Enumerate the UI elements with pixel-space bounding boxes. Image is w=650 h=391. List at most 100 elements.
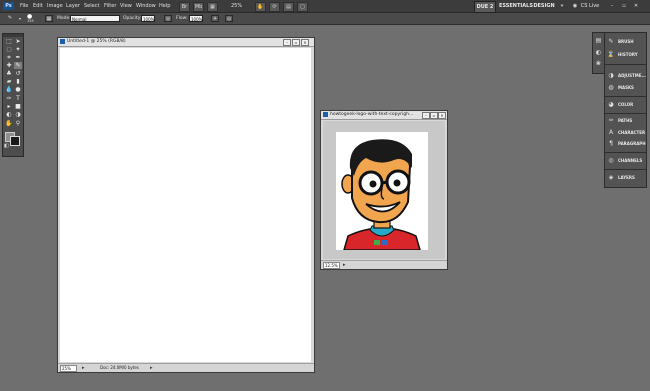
paragraph-icon: ¶ xyxy=(609,140,613,147)
restore-doc-button[interactable]: ▫ xyxy=(430,112,438,119)
panel-history[interactable]: ⌛ HISTORY xyxy=(607,50,644,59)
eraser-tool-icon[interactable]: ▰ xyxy=(5,78,13,85)
panel-label: PARAGRAPH xyxy=(618,141,646,146)
panel-character[interactable]: A CHARACTER xyxy=(607,128,645,137)
marquee-tool-icon[interactable]: ⬚ xyxy=(5,38,13,45)
cs-live-button[interactable]: CS Live xyxy=(579,1,601,11)
bridge-icon[interactable]: Br xyxy=(179,2,190,12)
panel-paragraph[interactable]: ¶ PARAGRAPH xyxy=(607,139,646,148)
divider xyxy=(605,113,646,114)
shape-tool-icon[interactable]: ■ xyxy=(14,103,22,110)
document-title: Untitled-1 @ 25% (RGB/8) xyxy=(67,39,126,44)
move-tool-icon[interactable]: ➤ xyxy=(14,38,22,45)
panel-layers[interactable]: ◈ LAYERS xyxy=(607,173,644,182)
zoom-field[interactable]: 25% xyxy=(60,365,77,372)
clone-stamp-tool-icon[interactable]: ♣ xyxy=(5,70,13,77)
photoshop-logo: Ps xyxy=(3,2,14,10)
airbrush-icon[interactable]: ✈ xyxy=(211,15,219,22)
close-doc-button[interactable]: ✕ xyxy=(301,39,309,46)
default-colors-icon[interactable]: ◧ xyxy=(4,143,9,149)
panel-adjustments[interactable]: ◑ ADJUSTME... xyxy=(607,71,647,80)
close-app-button[interactable]: ✕ xyxy=(632,1,640,11)
status-menu-icon[interactable]: ▸ xyxy=(150,365,153,371)
panel-paths[interactable]: ✑ PATHS xyxy=(607,116,644,125)
arrange-documents-icon[interactable]: ▤ xyxy=(283,2,294,12)
menu-help[interactable]: Help xyxy=(159,2,170,10)
toolbox-grip[interactable] xyxy=(3,34,23,37)
document-icon xyxy=(60,39,65,44)
document-title-bar[interactable]: Untitled-1 @ 25% (RGB/8) – ▫ ✕ xyxy=(58,38,314,47)
workspace-due-2[interactable]: DUE 2 xyxy=(474,1,496,13)
brush-tool-icon[interactable]: ✎ xyxy=(6,15,14,22)
menu-file[interactable]: File xyxy=(20,2,28,10)
hand-tool-icon[interactable]: ✋ xyxy=(5,120,13,127)
minimize-doc-button[interactable]: – xyxy=(422,112,430,119)
pen-tool-icon[interactable]: ✑ xyxy=(5,95,13,102)
panel-masks[interactable]: ◍ MASKS xyxy=(607,83,644,92)
path-selection-tool-icon[interactable]: ▸ xyxy=(5,103,13,110)
minimize-doc-button[interactable]: – xyxy=(283,39,291,46)
pressure-opacity-icon[interactable]: ◎ xyxy=(164,15,172,22)
document-title: howtogeek-logo-with-text-copyrigh... xyxy=(330,112,414,117)
type-tool-icon[interactable]: T xyxy=(14,95,22,102)
gradient-tool-icon[interactable]: ▮ xyxy=(14,78,22,85)
menu-filter[interactable]: Filter xyxy=(104,2,116,10)
styles-icon[interactable]: ❀ xyxy=(595,60,602,67)
pressure-size-icon[interactable]: ◎ xyxy=(225,15,233,22)
restore-app-button[interactable]: ▫ xyxy=(620,1,628,11)
quick-select-tool-icon[interactable]: ✦ xyxy=(14,46,22,53)
workspace-design[interactable]: DESIGN xyxy=(533,1,555,11)
status-arrow-icon[interactable]: ▸ xyxy=(82,365,85,371)
crop-tool-icon[interactable]: ⌗ xyxy=(5,54,13,61)
document-canvas[interactable] xyxy=(60,48,311,362)
zoom-field[interactable]: 12.5% xyxy=(323,262,340,269)
blur-tool-icon[interactable]: 💧 xyxy=(5,86,13,93)
guides-icon[interactable]: ▦ xyxy=(207,2,218,12)
panel-label: COLOR xyxy=(618,102,634,107)
hand-icon[interactable]: ✋ xyxy=(255,2,266,12)
restore-doc-button[interactable]: ▫ xyxy=(292,39,300,46)
menu-edit[interactable]: Edit xyxy=(33,2,43,10)
more-workspaces-button[interactable]: » xyxy=(558,1,566,11)
zoom-level[interactable]: 25% xyxy=(231,2,242,10)
eyedropper-tool-icon[interactable]: ✒ xyxy=(14,54,22,61)
screen-mode-icon[interactable]: ▢ xyxy=(297,2,308,12)
mini-bridge-icon[interactable]: Mb xyxy=(193,2,204,12)
foreground-color-swatch[interactable] xyxy=(10,136,20,146)
navigator-icon[interactable]: ▤ xyxy=(595,37,602,44)
info-icon[interactable]: ◐ xyxy=(595,49,602,56)
menu-view[interactable]: View xyxy=(120,2,132,10)
preset-arrow-icon[interactable]: ▾ xyxy=(16,15,24,22)
history-brush-tool-icon[interactable]: ↺ xyxy=(14,70,22,77)
panel-label: ADJUSTME... xyxy=(618,73,647,78)
opacity-field[interactable]: 100% xyxy=(141,15,155,22)
character-icon: A xyxy=(608,129,614,136)
lasso-tool-icon[interactable]: ◌ xyxy=(5,46,13,53)
document-title-bar[interactable]: howtogeek-logo-with-text-copyrigh... – ▫… xyxy=(321,111,447,120)
howtogeek-illustration[interactable] xyxy=(336,132,428,251)
divider xyxy=(605,96,646,97)
document-status-bar: 25% ▸ Doc: 24.0M/0 bytes ▸ xyxy=(58,363,314,372)
workspace-essentials[interactable]: ESSENTIALS xyxy=(499,1,533,11)
rotate-view-icon[interactable]: ⟳ xyxy=(269,2,280,12)
dodge-tool-icon[interactable]: ● xyxy=(14,86,22,93)
close-doc-button[interactable]: ✕ xyxy=(438,112,446,119)
brush-panel-icon[interactable]: ▦ xyxy=(45,15,53,22)
menu-layer[interactable]: Layer xyxy=(66,2,80,10)
mode-select[interactable]: Normal xyxy=(70,15,120,22)
3d-orbit-tool-icon[interactable]: ◑ xyxy=(14,111,22,118)
3d-rotate-tool-icon[interactable]: ◐ xyxy=(5,111,13,118)
status-arrow-icon[interactable]: ▸ xyxy=(343,262,346,268)
zoom-tool-icon[interactable]: ⚲ xyxy=(14,120,22,127)
flow-field[interactable]: 100% xyxy=(189,15,203,22)
menu-window[interactable]: Window xyxy=(136,2,156,10)
panel-label: HISTORY xyxy=(618,52,638,57)
spot-healing-tool-icon[interactable]: ✚ xyxy=(5,62,13,69)
menu-select[interactable]: Select xyxy=(84,2,99,10)
minimize-app-button[interactable]: – xyxy=(608,1,616,11)
panel-channels[interactable]: ◎ CHANNELS xyxy=(607,156,644,165)
panel-brush[interactable]: ✎ BRUSH xyxy=(607,37,644,46)
panel-color[interactable]: ◕ COLOR xyxy=(607,100,644,109)
menu-image[interactable]: Image xyxy=(47,2,63,10)
brush-tool-icon[interactable]: ✎ xyxy=(14,62,22,69)
